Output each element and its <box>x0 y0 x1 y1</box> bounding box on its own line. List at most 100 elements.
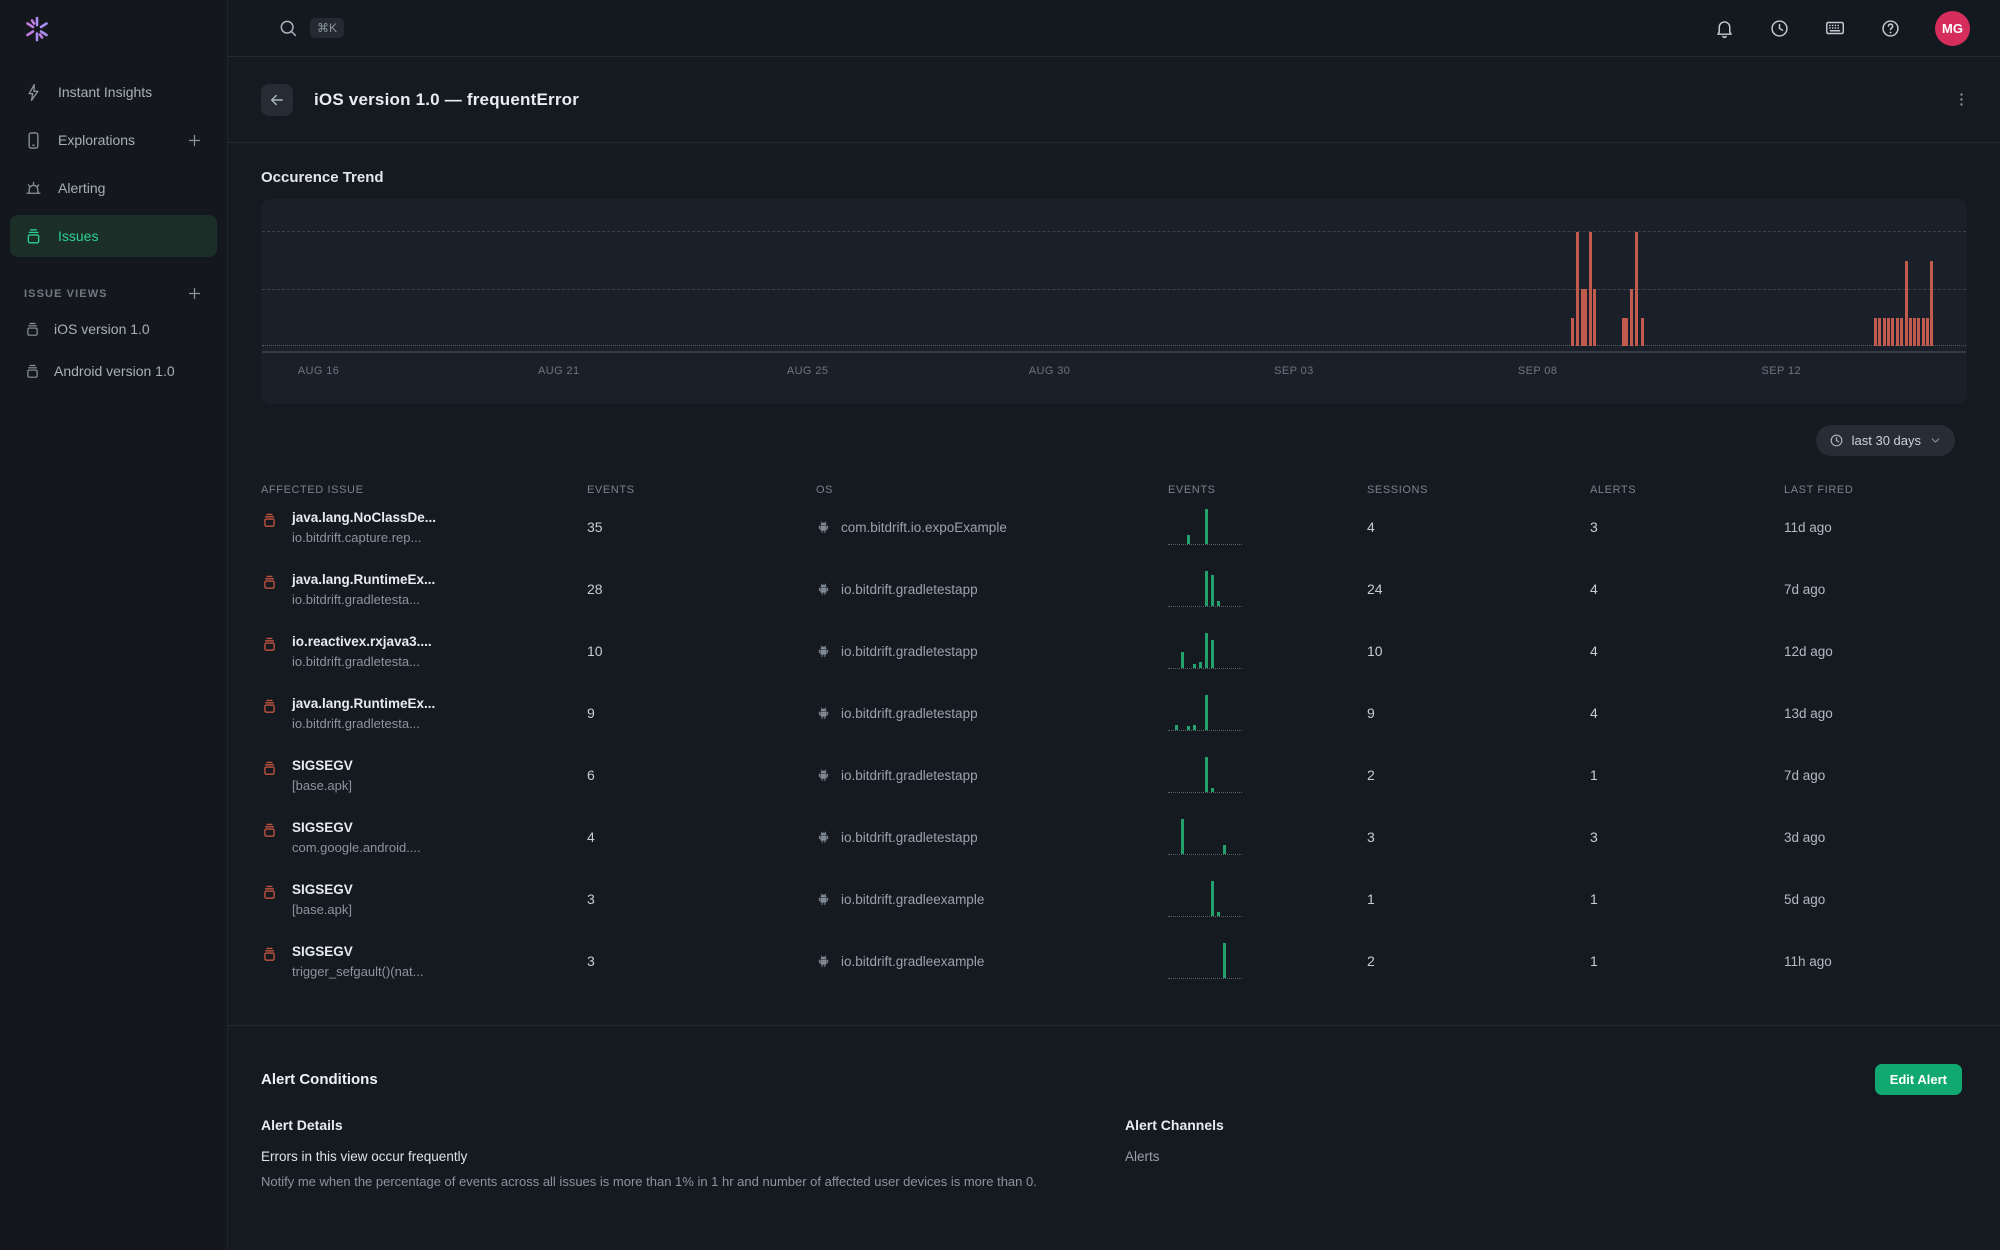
spark-bar <box>1211 788 1214 792</box>
issue-subtitle: [base.apk] <box>292 902 353 917</box>
spark-bar <box>1187 535 1190 544</box>
keyboard-shortcuts-button[interactable] <box>1824 17 1846 39</box>
issue-cell: SIGSEGV[base.apk] <box>261 882 587 917</box>
help-icon <box>1880 18 1901 39</box>
os-name: io.bitdrift.gradletestapp <box>841 830 978 845</box>
sidebar-item-android-version[interactable]: Android version 1.0 <box>0 350 227 392</box>
table-row[interactable]: SIGSEGVcom.google.android....4io.bitdrif… <box>261 806 1967 868</box>
issue-title: io.reactivex.rxjava3.... <box>292 634 432 649</box>
issues-box-icon <box>24 321 41 338</box>
android-icon <box>816 520 831 535</box>
events-sparkline-cell <box>1168 881 1367 917</box>
x-axis-label: AUG 30 <box>1029 365 1071 377</box>
occurrence-trend-chart: AUG 16AUG 21AUG 25AUG 30SEP 03SEP 08SEP … <box>261 199 1967 404</box>
sidebar-item-explorations[interactable]: Explorations <box>10 119 217 161</box>
table-row[interactable]: SIGSEGVtrigger_sefgault()(nat...3io.bitd… <box>261 930 1967 992</box>
help-button[interactable] <box>1880 18 1901 39</box>
alarm-icon <box>24 179 43 198</box>
spark-bar <box>1205 509 1208 544</box>
alerts-count: 3 <box>1590 829 1784 845</box>
trend-bar <box>1874 318 1877 347</box>
trend-bar <box>1576 232 1579 346</box>
issue-text: SIGSEGV[base.apk] <box>292 758 353 793</box>
table-row[interactable]: SIGSEGV[base.apk]6io.bitdrift.gradletest… <box>261 744 1967 806</box>
alert-name: Errors in this view occur frequently <box>261 1149 1125 1164</box>
issue-subtitle: io.bitdrift.gradletesta... <box>292 654 432 669</box>
main-area: ⌘K MG iOS versi <box>228 0 2000 1250</box>
alerts-count: 1 <box>1590 767 1784 783</box>
spark-bar <box>1211 575 1214 606</box>
trend-bar <box>1571 318 1574 347</box>
sessions-count: 2 <box>1367 767 1590 783</box>
issue-text: java.lang.RuntimeEx...io.bitdrift.gradle… <box>292 696 435 731</box>
page-title: iOS version 1.0 — frequentError <box>314 90 579 110</box>
sessions-count: 3 <box>1367 829 1590 845</box>
last-fired: 13d ago <box>1784 706 1967 721</box>
issue-cell: java.lang.RuntimeEx... io.bitdrift.gradle… <box>261 572 587 607</box>
android-icon <box>816 830 831 845</box>
events-count: 10 <box>587 643 816 659</box>
table-row[interactable]: SIGSEGV[base.apk]3io.bitdrift.gradleexam… <box>261 868 1967 930</box>
date-range-selector[interactable]: last 30 days <box>1816 425 1955 456</box>
sidebar-item-alerting[interactable]: Alerting <box>10 167 217 209</box>
issue-title: java.lang.RuntimeEx... <box>292 572 435 587</box>
table-row[interactable]: java.lang.NoClassDe...io.bitdrift.captur… <box>261 496 1967 558</box>
issue-cell: SIGSEGV[base.apk] <box>261 758 587 793</box>
os-cell: io.bitdrift.gradletestapp <box>816 768 1168 783</box>
add-exploration-button[interactable] <box>186 132 203 149</box>
issue-text: java.lang.NoClassDe...io.bitdrift.captur… <box>292 510 436 545</box>
sessions-count: 24 <box>1367 581 1590 597</box>
spark-bar <box>1205 571 1208 606</box>
os-cell: com.bitdrift.io.expoExample <box>816 520 1168 535</box>
app-root: Instant Insights Explorations Alerting <box>0 0 2000 1250</box>
history-button[interactable] <box>1769 18 1790 39</box>
events-sparkline <box>1168 695 1242 731</box>
sidebar-item-instant-insights[interactable]: Instant Insights <box>10 71 217 113</box>
events-count: 4 <box>587 829 816 845</box>
alerts-count: 1 <box>1590 953 1784 969</box>
spark-bar <box>1175 725 1178 730</box>
issue-box-icon <box>261 822 278 839</box>
sidebar-item-label: Instant Insights <box>58 84 152 100</box>
spark-bar <box>1205 757 1208 792</box>
os-cell: io.bitdrift.gradletestapp <box>816 830 1168 845</box>
os-cell: io.bitdrift.gradletestapp <box>816 706 1168 721</box>
alert-channels-title: Alert Channels <box>1125 1117 1967 1133</box>
sidebar-item-ios-version[interactable]: iOS version 1.0 <box>0 308 227 350</box>
trend-bar <box>1887 318 1890 347</box>
events-sparkline-cell <box>1168 509 1367 545</box>
issue-subtitle: io.bitdrift.gradletesta... <box>292 716 435 731</box>
view-label: iOS version 1.0 <box>54 321 150 337</box>
spark-bar <box>1193 664 1196 668</box>
os-name: com.bitdrift.io.expoExample <box>841 520 1007 535</box>
trend-section-title: Occurence Trend <box>261 169 1967 186</box>
x-axis-label: SEP 12 <box>1762 365 1802 377</box>
x-axis-label: SEP 03 <box>1274 365 1314 377</box>
page-header: iOS version 1.0 — frequentError <box>228 57 2000 143</box>
issue-subtitle: io.bitdrift.gradletesta... <box>292 592 435 607</box>
spark-bar <box>1211 881 1214 916</box>
trend-bar <box>1635 232 1638 346</box>
table-row[interactable]: java.lang.RuntimeEx...io.bitdrift.gradle… <box>261 682 1967 744</box>
android-icon <box>816 892 831 907</box>
last-fired: 11h ago <box>1784 954 1967 969</box>
edit-alert-button[interactable]: Edit Alert <box>1875 1064 1962 1095</box>
search-icon <box>278 18 298 38</box>
events-count: 35 <box>587 519 816 535</box>
user-avatar[interactable]: MG <box>1935 11 1970 46</box>
os-name: io.bitdrift.gradletestapp <box>841 706 978 721</box>
trend-bar <box>1905 261 1908 347</box>
app-logo[interactable] <box>0 0 227 71</box>
table-row[interactable]: io.reactivex.rxjava3.... io.bitdrift.grad… <box>261 620 1967 682</box>
table-row[interactable]: java.lang.RuntimeEx... io.bitdrift.gradle… <box>261 558 1967 620</box>
back-button[interactable] <box>261 84 293 116</box>
search-button[interactable]: ⌘K <box>278 18 344 38</box>
notifications-button[interactable] <box>1714 18 1735 39</box>
issue-subtitle: trigger_sefgault()(nat... <box>292 964 424 979</box>
alert-description: Notify me when the percentage of events … <box>261 1172 1076 1192</box>
page-menu-button[interactable] <box>1953 91 1970 108</box>
sidebar-item-issues[interactable]: Issues <box>10 215 217 257</box>
alert-channels-value: Alerts <box>1125 1149 1967 1164</box>
alerts-count: 4 <box>1590 643 1784 659</box>
add-issue-view-button[interactable] <box>186 285 203 302</box>
